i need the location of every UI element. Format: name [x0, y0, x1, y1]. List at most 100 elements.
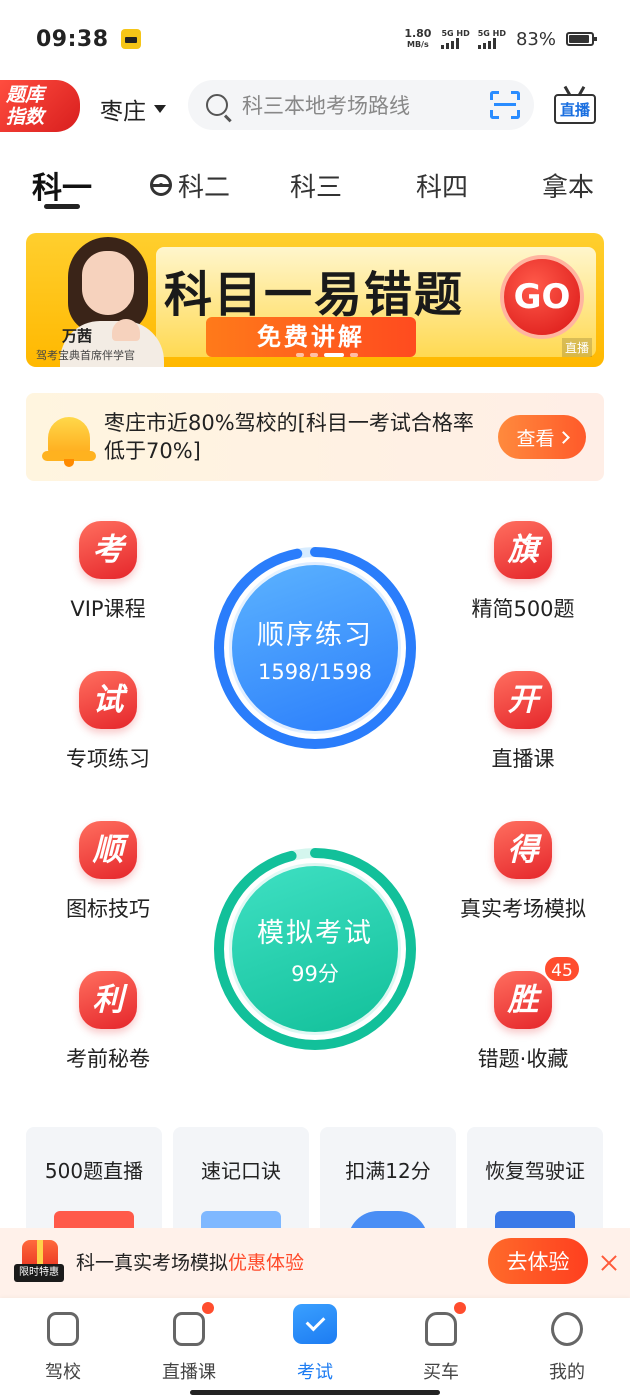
- practice-center: 顺序练习 1598/1598: [229, 562, 401, 734]
- tab-subject-2[interactable]: 科二: [150, 160, 230, 210]
- banner-live-tag: 直播: [561, 338, 592, 357]
- feature-label: VIP课程: [70, 597, 146, 621]
- feature-live-course[interactable]: 开 直播课: [443, 671, 603, 781]
- shortcut-label: 500题直播: [44, 1159, 144, 1183]
- feature-label: 直播课: [491, 747, 555, 771]
- promo-banner[interactable]: 万茜 驾考宝典首席伴学官 科目一易错题 免费讲解 GO 直播: [26, 233, 604, 367]
- subject-tabs: 科一 科二 科三 科四 拿本: [0, 160, 630, 214]
- shortcut-500-live[interactable]: 500题直播: [26, 1127, 162, 1237]
- shortcut-label: 速记口诀: [201, 1159, 281, 1183]
- tab-label: 科四: [416, 172, 469, 203]
- nav-label: 直播课: [162, 1362, 216, 1383]
- feature-essential-500[interactable]: 旗 精简500题: [443, 521, 603, 631]
- feature-label: 精简500题: [471, 597, 575, 621]
- scan-icon[interactable]: [490, 91, 520, 119]
- caret-down-icon: [154, 105, 166, 113]
- tab-get-license[interactable]: 拿本: [542, 160, 594, 210]
- nav-driving-school[interactable]: 驾校: [0, 1308, 126, 1388]
- feature-label: 真实考场模拟: [460, 897, 586, 921]
- practice-progress-text: 1598/1598: [258, 659, 372, 684]
- shortcut-memory-rhymes[interactable]: 速记口诀: [173, 1127, 309, 1237]
- shortcut-label: 扣满12分: [345, 1159, 431, 1183]
- home-indicator: [190, 1390, 440, 1395]
- mock-exam-button[interactable]: 模拟考试 99分: [213, 847, 417, 1051]
- nav-label: 买车: [423, 1362, 459, 1383]
- nav-live-course[interactable]: 直播课: [126, 1302, 252, 1388]
- exam-title: 模拟考试: [257, 917, 373, 949]
- badge-line2: 指数: [6, 106, 45, 128]
- chevron-right-icon: [556, 430, 570, 444]
- shortcut-restore-license[interactable]: 恢复驾驶证: [467, 1127, 603, 1237]
- notice-view-label: 查看: [516, 427, 555, 450]
- notice-text: 枣庄市近80%驾校的[科目一考试合格率低于70%]: [104, 411, 474, 463]
- bell-icon: [38, 411, 98, 467]
- tab-subject-4[interactable]: 科四: [416, 160, 468, 210]
- nav-buy-car[interactable]: 买车: [378, 1302, 504, 1388]
- feature-vip-course[interactable]: 考 VIP课程: [28, 521, 188, 631]
- app-header: 题库 指数 枣庄 科三本地考场路线 直播: [0, 80, 630, 132]
- nav-profile[interactable]: 我的: [504, 1308, 630, 1388]
- status-bar: 09:38 1.80 MB/s 5G HD 5G HD 83%: [0, 0, 630, 78]
- sim2-label: 5G HD: [477, 29, 506, 38]
- close-icon[interactable]: [600, 1254, 618, 1272]
- network-speed: 1.80 MB/s: [404, 28, 431, 50]
- promo-try-button[interactable]: 去体验: [488, 1238, 588, 1284]
- shi-badge-icon: 试: [79, 671, 137, 729]
- feature-sign-tips[interactable]: 顺 图标技巧: [28, 821, 188, 931]
- practice-title: 顺序练习: [257, 619, 373, 651]
- banner-subtitle: 免费讲解: [206, 317, 416, 357]
- sequential-practice-button[interactable]: 顺序练习 1598/1598: [213, 546, 417, 750]
- live-tv-icon: [173, 1312, 205, 1346]
- live-tv-button[interactable]: 直播: [554, 86, 596, 126]
- signal-group: 5G HD 5G HD: [441, 29, 506, 49]
- banner-go-button[interactable]: GO: [500, 255, 584, 339]
- teacher-title: 驾考宝典首席伴学官: [36, 349, 135, 362]
- city-selector[interactable]: 枣庄: [100, 92, 166, 126]
- search-bar[interactable]: 科三本地考场路线: [188, 80, 534, 130]
- promo-text-highlight: 优惠体验: [228, 1252, 305, 1274]
- shun-badge-icon: 顺: [79, 821, 137, 879]
- exam-score-text: 99分: [291, 961, 339, 986]
- nav-exam[interactable]: 考试: [252, 1304, 378, 1388]
- feature-pre-exam-papers[interactable]: 利 考前秘卷: [28, 971, 188, 1081]
- search-placeholder: 科三本地考场路线: [242, 94, 410, 118]
- tab-active-indicator: [44, 204, 80, 209]
- tab-label: 科一: [32, 171, 92, 206]
- nav-label: 驾校: [45, 1362, 81, 1383]
- school-icon: [47, 1312, 79, 1346]
- tab-label: 科三: [290, 172, 343, 203]
- net-speed-value: 1.80: [404, 27, 432, 40]
- kai-badge-icon: 开: [494, 671, 552, 729]
- feature-label: 图标技巧: [66, 897, 150, 921]
- feature-special-practice[interactable]: 试 专项练习: [28, 671, 188, 781]
- pass-rate-notice[interactable]: 枣庄市近80%驾校的[科目一考试合格率低于70%] 查看: [26, 393, 604, 481]
- feature-real-exam-sim[interactable]: 得 真实考场模拟: [443, 821, 603, 931]
- banner-title: 科目一易错题: [164, 267, 465, 323]
- question-bank-index-badge[interactable]: 题库 指数: [0, 80, 80, 132]
- promo-bar[interactable]: 限时特惠 科一真实考场模拟优惠体验 去体验: [0, 1228, 630, 1298]
- search-icon: [206, 94, 228, 116]
- sim1-label: 5G HD: [441, 29, 470, 38]
- feature-mistakes-favorites[interactable]: 胜 45 错题·收藏: [443, 955, 603, 1081]
- tab-subject-3[interactable]: 科三: [290, 160, 342, 210]
- city-name: 枣庄: [100, 99, 146, 125]
- status-indicators: 1.80 MB/s 5G HD 5G HD 83%: [404, 28, 597, 50]
- exam-center: 模拟考试 99分: [229, 863, 401, 1035]
- battery-icon: [566, 32, 597, 46]
- notification-dot: [202, 1302, 214, 1314]
- notice-view-button[interactable]: 查看: [498, 415, 586, 459]
- shortcut-label: 恢复驾驶证: [485, 1159, 585, 1183]
- tab-subject-1[interactable]: 科一: [32, 160, 92, 210]
- bottom-nav: 驾校 直播课 考试 买车 我的: [0, 1298, 630, 1400]
- feature-label: 考前秘卷: [66, 1047, 150, 1071]
- sheng-badge-icon: 胜: [494, 971, 552, 1029]
- car-icon: [425, 1312, 457, 1346]
- app-notification-icon: [120, 29, 141, 49]
- limited-offer-tag: 限时特惠: [14, 1264, 64, 1282]
- shortcut-12-points[interactable]: 扣满12分: [320, 1127, 456, 1237]
- badge-line1: 题库: [6, 84, 45, 106]
- promo-text-main: 科一真实考场模拟: [76, 1252, 229, 1274]
- li-badge-icon: 利: [79, 971, 137, 1029]
- feature-label: 专项练习: [66, 747, 150, 771]
- steering-wheel-icon: [150, 174, 172, 196]
